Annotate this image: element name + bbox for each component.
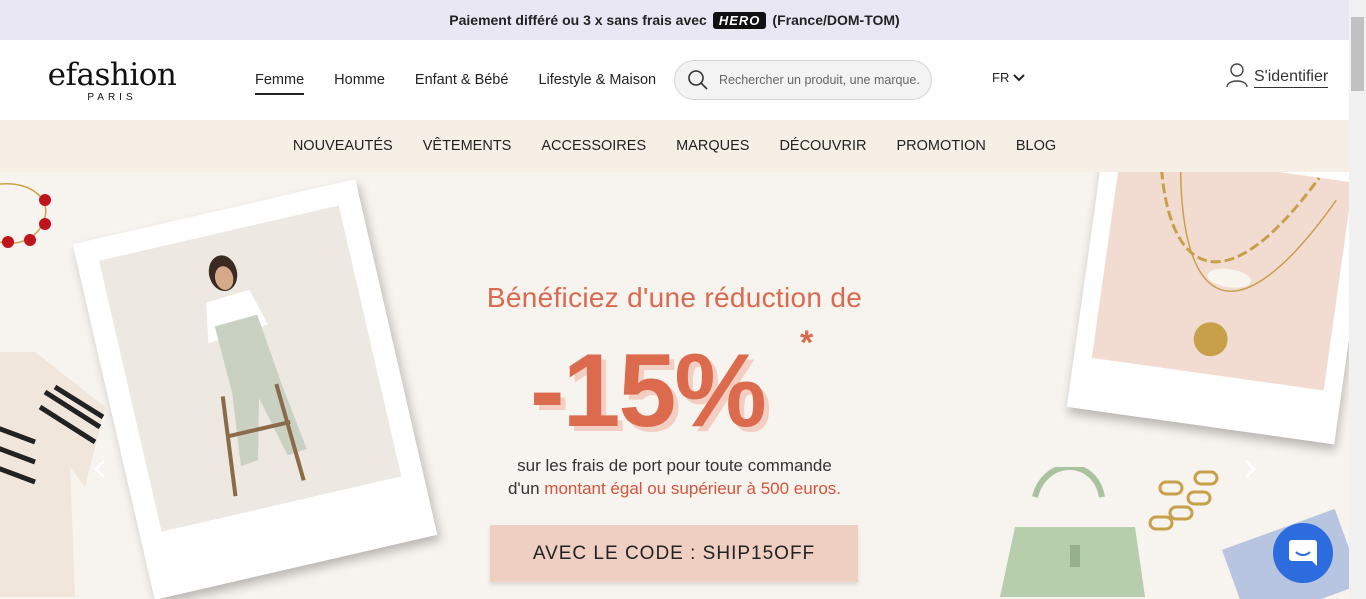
- signin-label[interactable]: S'identifier: [1254, 68, 1329, 88]
- cat-promotion[interactable]: PROMOTION: [896, 138, 985, 154]
- cat-decouvrir[interactable]: DÉCOUVRIR: [779, 138, 866, 154]
- main-nav: Femme Homme Enfant & Bébé Lifestyle & Ma…: [255, 72, 656, 95]
- cat-vetements[interactable]: VÊTEMENTS: [423, 138, 512, 154]
- logo-wordmark: efashion: [47, 57, 177, 93]
- scrollbar-thumb[interactable]: [1351, 17, 1364, 91]
- cat-blog[interactable]: BLOG: [1016, 138, 1056, 154]
- nav-enfant-bebe[interactable]: Enfant & Bébé: [415, 72, 509, 95]
- promo-line-2-highlight: montant égal ou supérieur à 500 euros.: [544, 479, 842, 498]
- chat-button[interactable]: [1273, 523, 1333, 583]
- nav-homme[interactable]: Homme: [334, 72, 385, 95]
- nav-femme[interactable]: Femme: [255, 72, 305, 95]
- nav-lifestyle-maison[interactable]: Lifestyle & Maison: [538, 72, 656, 95]
- promo-headline: Bénéficiez d'une réduction de: [486, 282, 863, 313]
- hero-banner[interactable]: Bénéficiez d'une réduction de -15% * sur…: [0, 172, 1349, 599]
- hero-logo: HERO: [712, 11, 767, 29]
- promo-discount: -15%: [530, 333, 767, 449]
- announcement-region: (France/DOM-TOM): [772, 12, 900, 28]
- search-bar[interactable]: [674, 60, 932, 100]
- red-bracelet-image: [0, 183, 51, 248]
- announcement-bar: Paiement différé ou 3 x sans frais avec …: [0, 0, 1349, 40]
- promo-code-box: AVEC LE CODE : SHIP15OFF: [490, 525, 858, 582]
- promo-asterisk: *: [800, 324, 814, 362]
- cat-accessoires[interactable]: ACCESSOIRES: [541, 138, 646, 154]
- cat-marques[interactable]: MARQUES: [676, 138, 749, 154]
- language-selector[interactable]: FR: [992, 70, 1026, 85]
- carousel-next-arrow[interactable]: [1240, 459, 1260, 479]
- site-logo[interactable]: efashion PARIS: [47, 58, 177, 103]
- language-label: FR: [992, 70, 1010, 85]
- signin-link[interactable]: S'identifier: [1226, 62, 1329, 88]
- site-header: efashion PARIS Femme Homme Enfant & Bébé…: [0, 40, 1349, 120]
- carousel-prev-arrow[interactable]: [90, 459, 110, 479]
- user-icon: [1226, 63, 1248, 88]
- chevron-down-icon: [1013, 73, 1026, 81]
- chat-bubble-icon: [1289, 540, 1317, 566]
- model-photo-card: [72, 179, 438, 599]
- search-input[interactable]: [719, 73, 919, 87]
- search-icon[interactable]: [687, 69, 709, 91]
- category-nav: NOUVEAUTÉS VÊTEMENTS ACCESSOIRES MARQUES…: [0, 120, 1349, 172]
- promo-line-2-prefix: d'un: [507, 479, 545, 498]
- logo-subtitle: PARIS: [87, 92, 137, 103]
- promo-line-2: d'un montant égal ou supérieur à 500 eur…: [0, 479, 1349, 499]
- cat-nouveautes[interactable]: NOUVEAUTÉS: [293, 138, 393, 154]
- announcement-text: Paiement différé ou 3 x sans frais avec: [449, 12, 707, 28]
- promo-line-1: sur les frais de port pour toute command…: [517, 456, 832, 475]
- page-scrollbar[interactable]: [1349, 0, 1366, 599]
